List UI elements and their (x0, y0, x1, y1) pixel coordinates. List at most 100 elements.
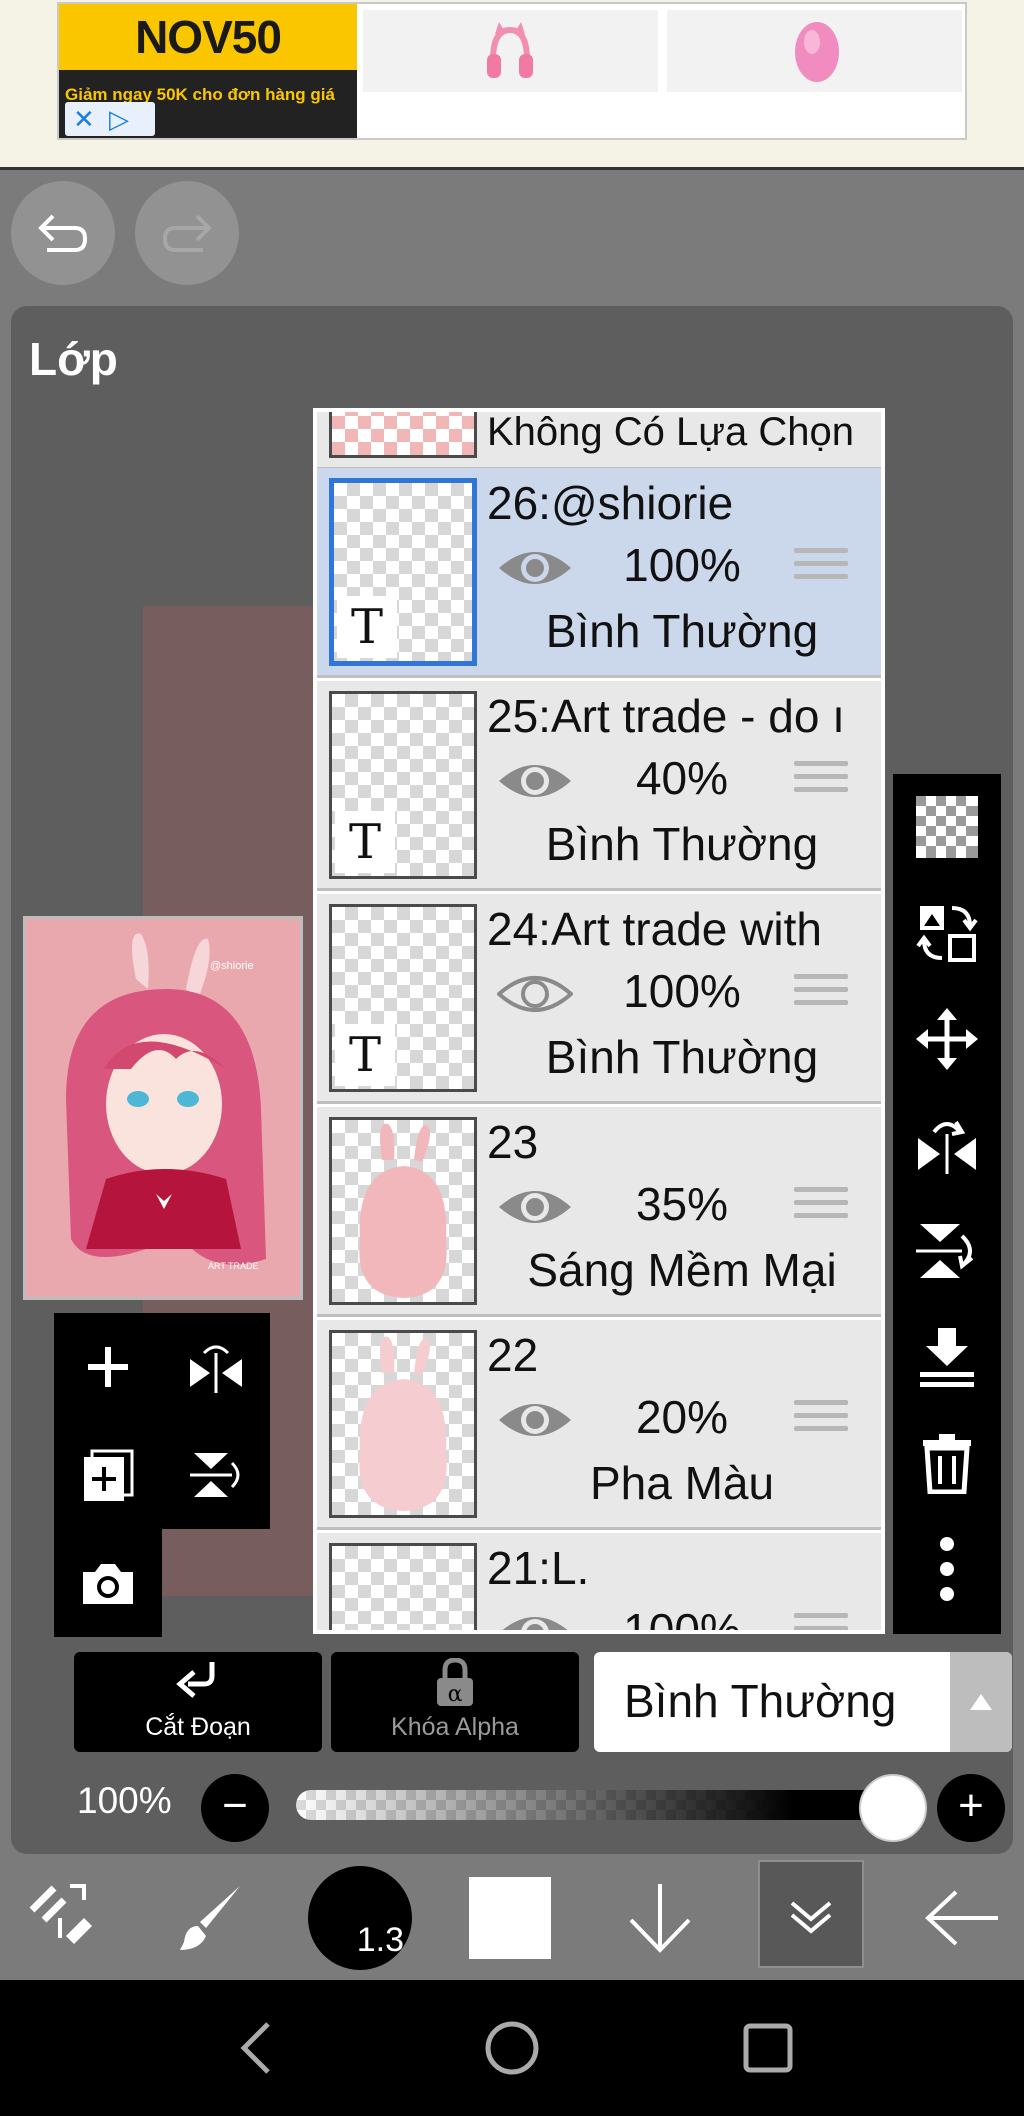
brush-size-button[interactable]: 1.3 (298, 1856, 422, 1980)
visibility-eye-icon[interactable] (497, 1183, 573, 1231)
flip-horizontal-layer-button[interactable] (162, 1313, 270, 1421)
flip-vertical-button[interactable] (893, 1198, 1001, 1304)
dropdown-arrow-icon[interactable] (950, 1652, 1012, 1752)
color-swatch (469, 1877, 551, 1959)
redo-button[interactable] (135, 181, 239, 285)
flip-horizontal-icon (190, 1345, 242, 1393)
drag-handle-icon[interactable] (794, 1187, 848, 1227)
headphones-image (487, 22, 533, 78)
drag-handle-icon[interactable] (794, 974, 848, 1014)
alpha-lock-button[interactable]: α Khóa Alpha (331, 1652, 579, 1752)
flip-vertical-layer-button[interactable] (162, 1421, 270, 1529)
opacity-slider-track[interactable] (296, 1790, 882, 1820)
visibility-eye-icon[interactable] (497, 1396, 573, 1444)
duplicate-icon (84, 1449, 134, 1501)
transparency-button[interactable] (893, 774, 1001, 880)
more-vertical-icon (940, 1537, 954, 1601)
plus-icon (88, 1347, 128, 1387)
layer-panel: Lớp @shiorie ART TRADE Không Có Lựa Chọn… (11, 306, 1013, 1854)
text-layer-icon: T (337, 596, 397, 658)
layer-row-21[interactable]: 21:L. 100% (317, 1533, 881, 1634)
layer-row-26[interactable]: T 26:@shiorie 100% Bình Thường (317, 468, 881, 678)
adchoices-icon[interactable]: ▷ (109, 104, 129, 135)
bottom-toolbar: 1.3 (0, 1856, 1024, 1980)
delete-layer-button[interactable] (893, 1410, 1001, 1516)
ad-product-headphones[interactable] (363, 10, 658, 92)
ad-close-button[interactable]: ✕ ▷ (65, 102, 155, 136)
layer-thumbnail: T (329, 691, 477, 879)
visibility-eye-icon[interactable] (497, 1609, 573, 1634)
blend-mode-select[interactable]: Bình Thường (594, 1652, 1012, 1752)
transform-icon (29, 1884, 92, 1944)
brush-icon (180, 1886, 240, 1950)
brush-tool-button[interactable] (150, 1856, 274, 1980)
flip-horizontal-button[interactable] (893, 1092, 1001, 1198)
drag-handle-icon[interactable] (794, 761, 848, 801)
layer-row-no-selection[interactable]: Không Có Lựa Chọn (317, 412, 881, 470)
layer-list[interactable]: Không Có Lựa Chọn T 26:@shiorie 100% Bìn… (313, 408, 885, 1634)
layer-row-22[interactable]: 22 20% Pha Màu (317, 1320, 881, 1530)
ad-product-cleanser[interactable] (667, 10, 962, 92)
bunny-silhouette-image (359, 1336, 447, 1511)
layer-blend-mode: Bình Thường (545, 605, 819, 657)
nav-home-button[interactable] (442, 1980, 582, 2116)
arrow-down-icon (629, 1884, 691, 1953)
nav-back-button[interactable] (186, 1980, 326, 2116)
add-layer-button[interactable] (54, 1313, 162, 1421)
chevron-double-down-icon (790, 1901, 832, 1934)
layers-toggle-button[interactable] (758, 1860, 864, 1968)
more-options-button[interactable] (893, 1516, 1001, 1622)
back-button[interactable] (900, 1856, 1024, 1980)
swap-icon (916, 906, 978, 962)
move-button[interactable] (893, 986, 1001, 1092)
selection-thumbnail (329, 412, 477, 458)
svg-text:ART TRADE: ART TRADE (208, 1261, 259, 1271)
hidden-eye-icon[interactable] (497, 970, 573, 1018)
clipping-button[interactable]: Cắt Đoạn (74, 1652, 322, 1752)
alpha-lock-label: Khóa Alpha (391, 1713, 519, 1741)
layer-blend-mode: Bình Thường (545, 1031, 819, 1083)
camera-button[interactable] (54, 1529, 162, 1637)
close-icon[interactable]: ✕ (73, 104, 95, 135)
layer-row-23[interactable]: 23 35% Sáng Mềm Mại (317, 1107, 881, 1317)
camera-icon (83, 1564, 133, 1604)
layer-thumbnail: T (329, 478, 477, 666)
undo-button[interactable] (11, 181, 115, 285)
lock-icon: α (437, 1658, 473, 1707)
visibility-eye-icon[interactable] (497, 757, 573, 805)
ad-banner: NOV50 Giảm ngay 50K cho đơn hàng giá từ … (0, 0, 1024, 170)
layer-blend-mode: Bình Thường (545, 818, 819, 870)
swap-layer-button[interactable] (893, 880, 1001, 986)
duplicate-layer-button[interactable] (54, 1421, 162, 1529)
ad-promo[interactable]: NOV50 Giảm ngay 50K cho đơn hàng giá từ … (59, 4, 357, 138)
text-layer-icon: T (335, 811, 395, 873)
layer-row-24[interactable]: T 24:Art trade with 100% Bình Thường (317, 894, 881, 1104)
transform-tool-button[interactable] (0, 1856, 124, 1980)
svg-text:α: α (448, 1682, 463, 1707)
merge-down-icon (920, 1328, 974, 1387)
layer-name: 22 (487, 1329, 539, 1381)
ad-box[interactable]: NOV50 Giảm ngay 50K cho đơn hàng giá từ … (57, 2, 967, 140)
canvas-preview[interactable]: @shiorie ART TRADE (23, 916, 303, 1300)
drag-handle-icon[interactable] (794, 548, 848, 588)
panel-title: Lớp (29, 333, 118, 385)
visibility-eye-icon[interactable] (497, 544, 573, 592)
layer-thumbnail (329, 1330, 477, 1518)
opacity-decrease-button[interactable]: − (201, 1774, 269, 1842)
opacity-increase-button[interactable]: + (937, 1774, 1005, 1842)
drag-handle-icon[interactable] (794, 1400, 848, 1440)
down-button[interactable] (598, 1856, 722, 1980)
clipping-label: Cắt Đoạn (145, 1713, 251, 1741)
svg-text:@shiorie: @shiorie (210, 960, 254, 972)
merge-down-button[interactable] (893, 1304, 1001, 1410)
layer-row-25[interactable]: T 25:Art trade - do ı 40% Bình Thường (317, 681, 881, 891)
color-button[interactable] (448, 1856, 572, 1980)
bunny-silhouette-image (359, 1123, 447, 1298)
layer-opacity: 35% (635, 1178, 729, 1230)
layer-tools-right (893, 774, 1001, 1634)
nav-home-icon (485, 2021, 539, 2075)
nav-recents-button[interactable] (698, 1980, 838, 2116)
layer-opacity: 20% (635, 1391, 729, 1443)
opacity-slider-thumb[interactable] (859, 1774, 927, 1842)
drag-handle-icon[interactable] (794, 1613, 848, 1630)
